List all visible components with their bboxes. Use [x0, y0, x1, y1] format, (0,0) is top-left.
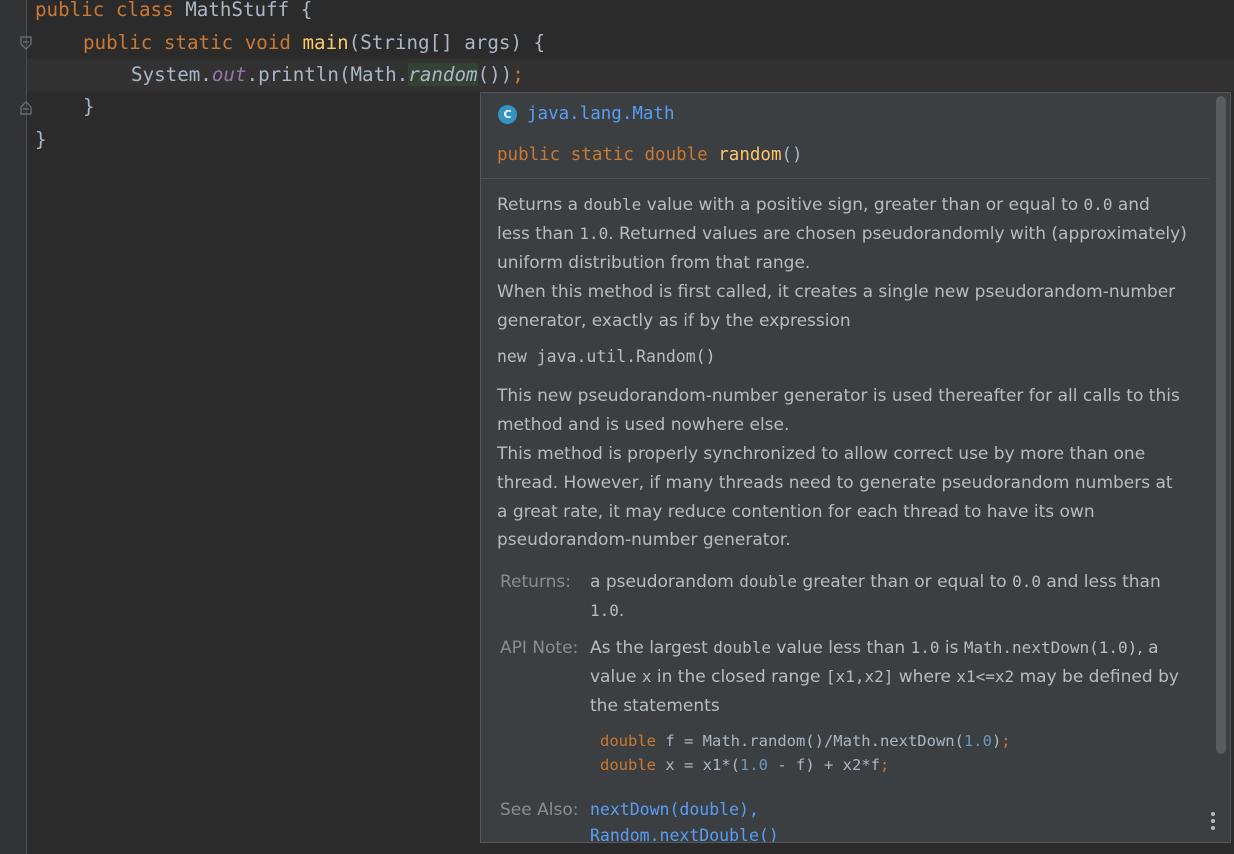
snippet-line-1: double f = Math.random()/Math.nextDown(1… [600, 732, 1011, 750]
link-random-next-double[interactable]: Random.nextDouble() [590, 826, 779, 842]
keyword: public class [35, 0, 186, 21]
highlighted-method[interactable]: random [408, 63, 478, 86]
code-line-close-class[interactable]: } [35, 124, 47, 156]
more-options-icon[interactable] [1211, 812, 1215, 832]
doc-paragraph-4: This method is properly synchronized to … [497, 444, 1173, 551]
popup-scrollbar[interactable] [1216, 96, 1226, 754]
semicolon: ; [512, 63, 524, 86]
snippet-line-2: double x = x1*(1.0 - f) + x2*f; [600, 756, 890, 774]
code-line-class[interactable]: public class MathStuff { [35, 0, 312, 26]
header-divider [481, 178, 1209, 179]
class-icon: C [498, 104, 517, 124]
signature-modifiers: public static double [497, 145, 719, 165]
code-text: ()) [477, 63, 513, 86]
code-line-close-method[interactable]: } [83, 91, 95, 123]
doc-paragraph-1: Returns a double value with a positive s… [497, 195, 1187, 273]
doc-expression: new java.util.Random() [497, 347, 716, 366]
quick-documentation-popup[interactable]: C java.lang.Math public static double ra… [480, 92, 1231, 843]
fold-end-icon[interactable] [20, 101, 32, 115]
method-signature: public static double random() [497, 145, 803, 165]
static-field: out [211, 63, 247, 86]
code-line-println[interactable]: System.out.println(Math.random()); [131, 59, 524, 91]
see-also-links: nextDown(double), Random.nextDouble() [590, 797, 1190, 842]
doc-paragraph-3: This new pseudorandom-number generator i… [497, 386, 1180, 435]
api-note-label: API Note: [500, 638, 579, 658]
signature-method-name: random [718, 145, 782, 165]
code-snippet: double f = Math.random()/Math.nextDown(1… [600, 729, 1011, 777]
class-name: MathStuff { [185, 0, 313, 21]
package-header: C java.lang.Math [498, 104, 675, 124]
code-text: .println(Math. [246, 63, 409, 86]
see-also-label: See Also: [500, 800, 579, 820]
gutter-divider [26, 0, 27, 854]
editor-gutter [0, 0, 26, 854]
signature-parens: () [781, 145, 803, 165]
link-next-down[interactable]: nextDown(double), [590, 800, 759, 819]
doc-paragraph-2: When this method is first called, it cre… [497, 282, 1176, 331]
returns-label: Returns: [500, 572, 571, 592]
returns-text: a pseudorandom double greater than or eq… [590, 572, 1161, 621]
fold-collapse-icon[interactable] [20, 36, 32, 50]
method-name: main [302, 31, 349, 54]
package-link[interactable]: java.lang.Math [527, 104, 675, 124]
code-text: System. [131, 63, 212, 86]
api-note-text: As the largest double value less than 1.… [590, 638, 1179, 716]
keyword: public static void [83, 31, 303, 54]
method-params: (String[] args) { [348, 31, 546, 54]
code-line-main[interactable]: public static void main(String[] args) { [83, 27, 545, 59]
